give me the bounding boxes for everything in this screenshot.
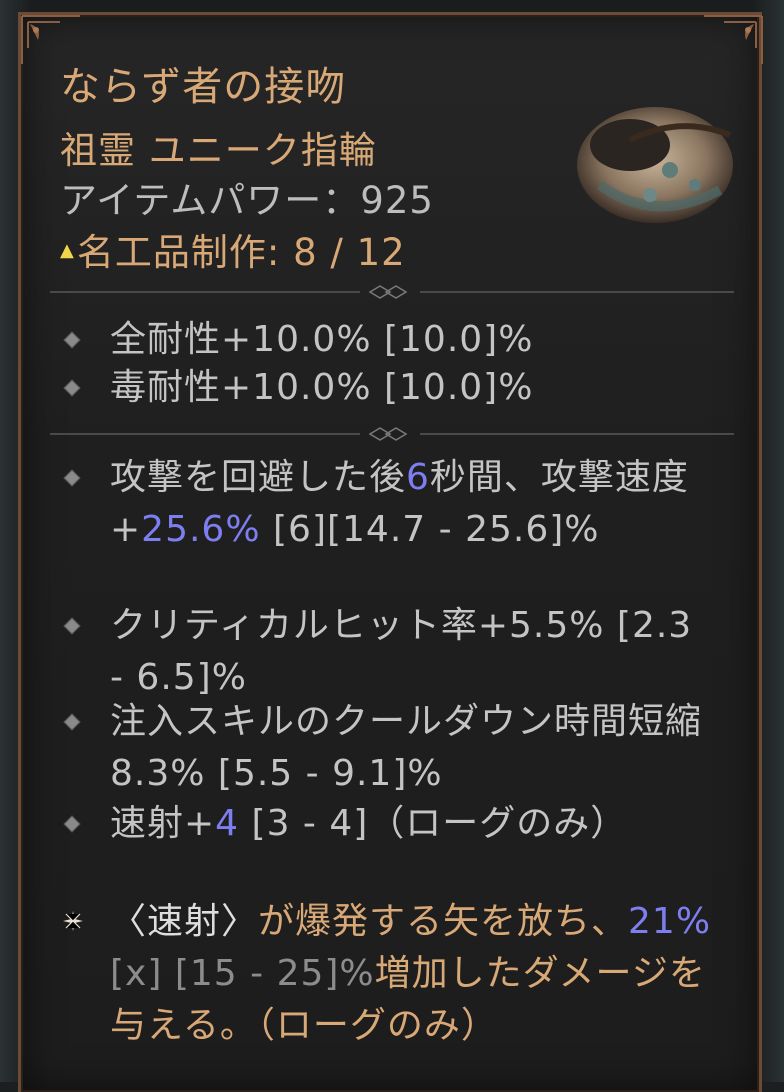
item-type: 祖霊 ユニーク指輪 [60,129,377,172]
skill-name: 〈速射〉 [110,901,259,942]
unique-power: 〈速射〉が爆発する矢を放ち、21%[x] [15 - 25]%増加したダメージを… [110,896,730,1052]
implicit-stat: 毒耐性+10.0% [10.0]% [110,367,534,408]
unique-text: が爆発する矢を放ち、 [258,901,629,942]
affix-stat: 攻撃を回避した後6秒間、攻撃速度+25.6% [6][14.7 - 25.6]% [110,452,710,556]
triangle-up-icon: ▲ [60,240,75,261]
masterwork-status: ▲名工品制作: 8 / 12 [60,222,406,276]
affix-value: 4 [215,803,240,844]
item-name: ならず者の接吻 [60,64,347,110]
affix-text: 速射+ [110,803,216,844]
section-divider [50,285,734,299]
corner-ornament-icon [704,15,763,64]
item-power: アイテムパワー：925 [60,179,434,222]
masterwork-label: 名工品制作: 8 / 12 [76,231,406,274]
affix-text: 攻撃を回避した後 [110,457,407,498]
section-divider [50,427,734,441]
unique-range: [x] [15 - 25]% [110,953,375,994]
affix-range: [3 - 4]（ローグのみ） [239,803,628,844]
affix-range: [6][14.7 - 25.6]% [260,509,600,550]
affix-stat: クリティカルヒット率+5.5% [2.3 - 6.5]% [110,605,693,698]
affix-stat: 注入スキルのクールダウン時間短縮8.3% [5.5 - 9.1]% [110,701,703,794]
unique-value: 21% [628,901,712,942]
affix-value: 25.6% [141,509,261,550]
star-burst-icon [63,911,83,931]
affix-value: 6 [406,457,430,498]
ring-image [577,107,733,223]
affix-stat: 速射+4 [3 - 4]（ローグのみ） [110,798,710,850]
implicit-stat: 全耐性+10.0% [10.0]% [110,319,534,360]
